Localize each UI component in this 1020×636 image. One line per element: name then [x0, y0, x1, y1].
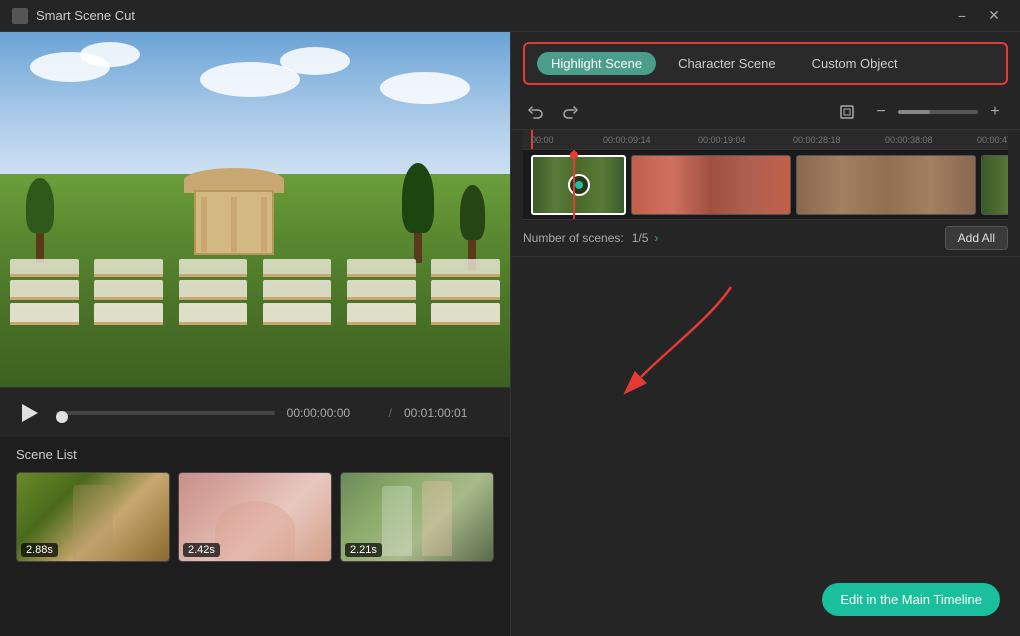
timeline-clip-3[interactable] — [796, 155, 976, 215]
title-bar: Smart Scene Cut − ✕ — [0, 0, 1020, 32]
figure-1 — [73, 485, 113, 560]
right-panel: Highlight Scene Character Scene Custom O… — [510, 32, 1020, 636]
redo-icon — [562, 104, 578, 120]
close-button[interactable]: ✕ — [980, 5, 1008, 27]
progress-indicator[interactable] — [56, 411, 68, 423]
scene-thumb-1[interactable]: 2.88s — [16, 472, 170, 562]
gazebo-body — [194, 190, 274, 255]
ruler-mark-1: 00:00:09:14 — [603, 135, 651, 145]
gazebo-col-2 — [231, 197, 237, 252]
zoom-out-button[interactable]: − — [868, 99, 894, 125]
tree-top-3 — [460, 185, 485, 240]
scene-count-label: Number of scenes: — [523, 231, 624, 245]
time-separator: / — [389, 406, 392, 420]
scene-thumb-2[interactable]: 2.42s — [178, 472, 332, 562]
figure-right — [422, 481, 452, 556]
cloud-2 — [80, 42, 140, 67]
timeline-section: 00:00 00:00:09:14 00:00:19:04 00:00:28:1… — [511, 130, 1020, 220]
chair-row-1 — [10, 259, 500, 277]
zoom-slider-fill — [898, 110, 930, 114]
chair-row-2 — [10, 280, 500, 300]
undo-button[interactable] — [523, 99, 549, 125]
gazebo-col-3 — [261, 197, 267, 252]
minimize-button[interactable]: − — [948, 5, 976, 27]
video-controls: 00:00:00:00 / 00:01:00:01 — [0, 387, 510, 437]
tab-highlight[interactable]: Highlight Scene — [537, 52, 656, 75]
zoom-controls: − + — [868, 99, 1008, 125]
scene-count-text: Number of scenes: 1/5 › — [523, 231, 658, 245]
scene-thumbnails: 2.88s 2.42s 2.21s — [16, 472, 494, 562]
timeline-ruler: 00:00 00:00:09:14 00:00:19:04 00:00:28:1… — [523, 130, 1008, 150]
ruler-mark-5: 00:00:47:23 — [977, 135, 1008, 145]
play-button[interactable] — [16, 399, 44, 427]
ruler-mark-0: 00:00 — [531, 135, 554, 145]
edit-main-timeline-button[interactable]: Edit in the Main Timeline — [822, 583, 1000, 616]
arrow-annotation — [611, 277, 811, 397]
timeline-clip-2[interactable] — [631, 155, 791, 215]
video-preview — [0, 32, 510, 387]
scene-duration-1: 2.88s — [21, 543, 58, 557]
tree-top-1 — [26, 178, 54, 233]
total-time: 00:01:00:01 — [404, 406, 494, 420]
scene-count-value: 1/5 — [632, 231, 649, 245]
tree-top-2 — [402, 163, 434, 233]
timeline-toolbar: − + — [511, 95, 1020, 130]
left-panel: 00:00:00:00 / 00:01:00:01 Scene List 2.8… — [0, 32, 510, 636]
ruler-mark-2: 00:00:19:04 — [698, 135, 746, 145]
tree-right-1 — [402, 163, 434, 263]
chair-row-3 — [10, 303, 500, 325]
tree-left-1 — [26, 178, 54, 263]
tab-custom[interactable]: Custom Object — [798, 52, 912, 75]
arrow-area — [511, 257, 1020, 636]
playhead — [573, 150, 575, 219]
cloud-5 — [380, 72, 470, 104]
scene-thumb-3[interactable]: 2.21s — [340, 472, 494, 562]
add-all-button[interactable]: Add All — [945, 226, 1008, 250]
play-icon — [22, 404, 38, 422]
fit-screen-button[interactable] — [834, 99, 860, 125]
cloud-4 — [280, 47, 350, 75]
figure-left — [382, 486, 412, 556]
zoom-in-button[interactable]: + — [982, 99, 1008, 125]
gazebo-col-1 — [201, 197, 207, 252]
ruler-mark-3: 00:00:28:18 — [793, 135, 841, 145]
scene-count-nav[interactable]: › — [654, 231, 658, 245]
redo-button[interactable] — [557, 99, 583, 125]
flower-blob — [215, 501, 295, 561]
timeline-track[interactable] — [523, 150, 1008, 220]
app-icon — [12, 8, 28, 24]
tree-right-2 — [460, 185, 485, 270]
tab-section: Highlight Scene Character Scene Custom O… — [523, 42, 1008, 85]
gazebo — [179, 168, 289, 263]
progress-bar[interactable] — [56, 411, 275, 415]
title-bar-controls: − ✕ — [948, 5, 1008, 27]
timeline-clip-4[interactable] — [981, 155, 1008, 215]
chairs-area — [10, 259, 500, 358]
fit-screen-icon — [839, 104, 855, 120]
tab-character[interactable]: Character Scene — [664, 52, 790, 75]
title-bar-left: Smart Scene Cut — [12, 8, 135, 24]
scene-duration-3: 2.21s — [345, 543, 382, 557]
scene-count-bar: Number of scenes: 1/5 › Add All — [511, 220, 1020, 257]
scene-list-section: Scene List 2.88s 2.42s — [0, 437, 510, 636]
zoom-slider[interactable] — [898, 110, 978, 114]
current-time: 00:00:00:00 — [287, 406, 377, 420]
ruler-mark-4: 00:00:38:08 — [885, 135, 933, 145]
app-title: Smart Scene Cut — [36, 8, 135, 23]
scene-duration-2: 2.42s — [183, 543, 220, 557]
main-content: 00:00:00:00 / 00:01:00:01 Scene List 2.8… — [0, 32, 1020, 636]
scene-list-title: Scene List — [16, 447, 494, 462]
playhead-dot — [570, 151, 578, 159]
timeline-clip-1[interactable] — [531, 155, 626, 215]
undo-icon — [528, 104, 544, 120]
video-frame — [0, 32, 510, 387]
